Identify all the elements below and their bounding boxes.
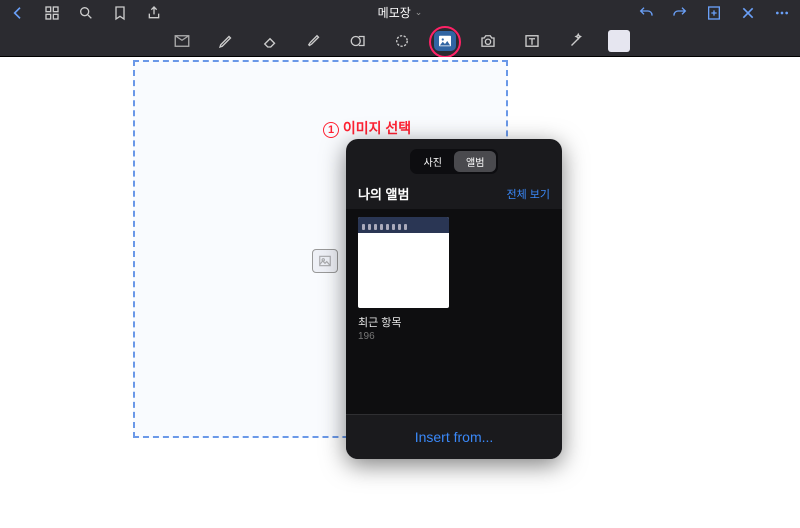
wand-tool-icon[interactable] — [564, 29, 588, 53]
annotation-step-1: 1 이미지 선택 — [323, 118, 411, 138]
close-icon[interactable] — [740, 5, 756, 21]
text-tool-icon[interactable] — [520, 29, 544, 53]
album-count: 196 — [358, 331, 550, 342]
segment-albums[interactable]: 앨범 — [454, 151, 496, 172]
segment-photos[interactable]: 사진 — [412, 151, 454, 172]
insert-from-button[interactable]: Insert from... — [346, 414, 562, 459]
segment-control: 사진 앨범 — [410, 149, 499, 174]
album-thumbnail[interactable] — [358, 217, 449, 308]
share-icon[interactable] — [146, 5, 162, 21]
highlighter-tool-icon[interactable] — [302, 29, 326, 53]
page-title[interactable]: 메모장⌄ — [378, 4, 423, 21]
image-tool-icon[interactable] — [434, 31, 456, 51]
redo-icon[interactable] — [672, 5, 688, 21]
search-icon[interactable] — [78, 5, 94, 21]
top-menu-bar: 메모장⌄ — [0, 0, 800, 25]
shape-tool-icon[interactable] — [346, 29, 370, 53]
pen-tool-icon[interactable] — [214, 29, 238, 53]
more-icon[interactable] — [774, 5, 790, 21]
view-tool-icon[interactable] — [170, 29, 194, 53]
tool-bar — [0, 25, 800, 57]
album-grid: 최근 항목 196 — [346, 209, 562, 414]
lasso-tool-icon[interactable] — [390, 29, 414, 53]
popover-heading: 나의 앨범 — [358, 184, 409, 203]
album-title: 최근 항목 — [358, 314, 550, 330]
chevron-down-icon: ⌄ — [415, 7, 423, 18]
camera-tool-icon[interactable] — [476, 29, 500, 53]
bookmark-icon[interactable] — [112, 5, 128, 21]
date-stamp-tool-icon[interactable] — [608, 30, 630, 52]
eraser-tool-icon[interactable] — [258, 29, 282, 53]
document-canvas[interactable]: 1 이미지 선택 2 스티커 이미지 선택 사진 앨범 나의 앨범 전체 보기 — [0, 57, 800, 528]
image-picker-popover: 사진 앨범 나의 앨범 전체 보기 최근 항목 196 Insert from.… — [346, 139, 562, 459]
grid-icon[interactable] — [44, 5, 60, 21]
image-placeholder-icon[interactable] — [312, 249, 338, 273]
see-all-link[interactable]: 전체 보기 — [506, 186, 550, 202]
new-page-icon[interactable] — [706, 5, 722, 21]
back-icon[interactable] — [10, 5, 26, 21]
undo-icon[interactable] — [638, 5, 654, 21]
